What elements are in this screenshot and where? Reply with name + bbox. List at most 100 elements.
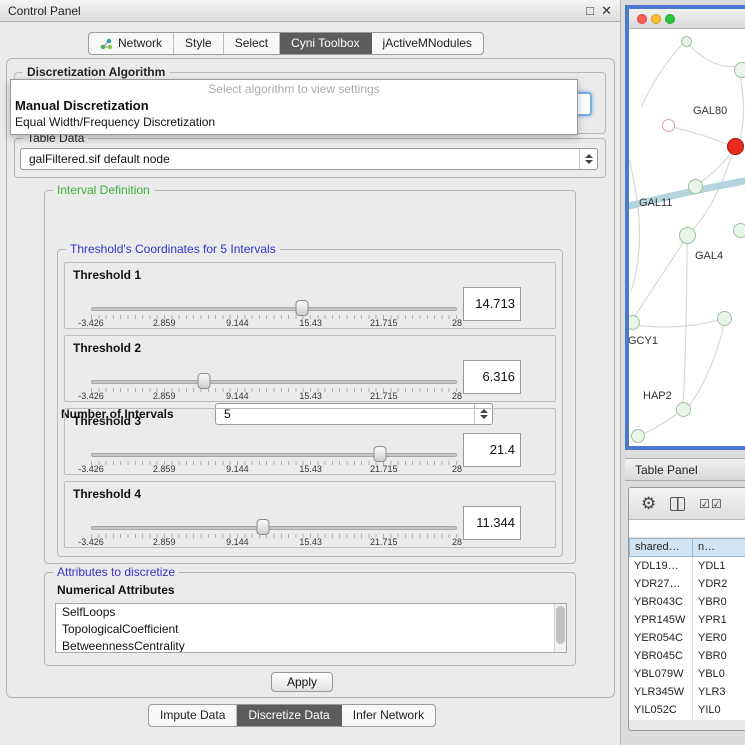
slider-thumb[interactable]: [374, 446, 387, 462]
tab-style[interactable]: Style: [174, 33, 224, 54]
table-row[interactable]: YER054CYER0: [629, 629, 745, 647]
spinner-icon[interactable]: [579, 149, 597, 169]
interval-definition-group: Interval Definition Number of Intervals …: [44, 190, 576, 564]
table-row[interactable]: YBR045CYBR0: [629, 647, 745, 665]
slider-thumb[interactable]: [198, 373, 211, 389]
thresholds-group: Threshold's Coordinates for 5 Intervals …: [57, 249, 563, 557]
threshold-value-field[interactable]: 14.713: [463, 287, 521, 321]
tab-cyni-toolbox[interactable]: Cyni Toolbox: [280, 33, 371, 54]
column-header-shared-name[interactable]: shared…: [629, 538, 693, 557]
threshold-label: Threshold 1: [73, 268, 141, 282]
threshold-value-field[interactable]: 21.4: [463, 433, 521, 467]
table-row[interactable]: YPR145WYPR1: [629, 611, 745, 629]
table-panel-title: Table Panel: [635, 463, 698, 477]
threshold-panel: Threshold 1 14.713 -3.426 2.859 9.144 15…: [64, 262, 556, 329]
list-item[interactable]: TopologicalCoefficient: [56, 621, 566, 638]
checkbox-icon[interactable]: ☑☑: [699, 497, 723, 511]
slider-track[interactable]: [91, 526, 457, 530]
float-window-icon[interactable]: □: [586, 0, 594, 22]
network-tab-icon: [100, 38, 113, 50]
control-panel: Control Panel □ ✕ Network Style Select C…: [0, 0, 621, 745]
network-canvas[interactable]: GAL80 GAL11 GAL4 GCY1 HAP2: [629, 29, 745, 450]
discretization-algorithm-legend: Discretization Algorithm: [23, 65, 169, 79]
table-filter-row: [629, 520, 745, 538]
network-view-window: GAL80 GAL11 GAL4 GCY1 HAP2: [625, 5, 745, 450]
slider-thumb[interactable]: [296, 300, 309, 316]
network-node-selected[interactable]: [727, 138, 744, 155]
network-node[interactable]: [631, 429, 645, 443]
slider-scale: -3.426 2.859 9.144 15.43 21.715 28: [91, 537, 457, 547]
threshold-slider[interactable]: -3.426 2.859 9.144 15.43 21.715 28: [91, 372, 457, 402]
table-row[interactable]: YDR27…YDR2: [629, 575, 745, 593]
network-node[interactable]: [734, 62, 745, 78]
table-row[interactable]: YBR043CYBR0: [629, 593, 745, 611]
tab-jactivemnodules[interactable]: jActiveMNodules: [372, 33, 483, 54]
table-row[interactable]: YBL079WYBL0: [629, 665, 745, 683]
table-panel-header: Table Panel: [625, 458, 745, 481]
traffic-light-zoom-icon[interactable]: [665, 14, 675, 24]
list-item[interactable]: SelfLoops: [56, 604, 566, 621]
table-row[interactable]: YDL19…YDL1: [629, 557, 745, 575]
tab-select[interactable]: Select: [224, 33, 280, 54]
attributes-scrollbar[interactable]: [554, 604, 566, 652]
control-panel-titlebar: Control Panel □ ✕: [0, 0, 620, 22]
attributes-legend: Attributes to discretize: [53, 565, 179, 579]
table-body: YDL19…YDL1 YDR27…YDR2 YBR043CYBR0 YPR145…: [629, 557, 745, 720]
threshold-panel: Threshold 3 21.4 -3.426 2.859 9.144 15.4…: [64, 408, 556, 475]
close-icon[interactable]: ✕: [601, 0, 612, 22]
network-node[interactable]: [662, 119, 675, 132]
threshold-value-field[interactable]: 11.344: [463, 506, 521, 540]
list-item[interactable]: BetweennessCentrality: [56, 638, 566, 653]
network-node[interactable]: [733, 223, 745, 238]
column-header-name[interactable]: n…: [693, 538, 745, 557]
tab-infer-network[interactable]: Infer Network: [342, 705, 435, 726]
threshold-value-field[interactable]: 6.316: [463, 360, 521, 394]
table-header-row: shared… n…: [629, 538, 745, 557]
threshold-slider[interactable]: -3.426 2.859 9.144 15.43 21.715 28: [91, 299, 457, 329]
threshold-label: Threshold 2: [73, 341, 141, 355]
tab-discretize-data[interactable]: Discretize Data: [237, 705, 341, 726]
network-node[interactable]: [679, 227, 696, 244]
threshold-slider[interactable]: -3.426 2.859 9.144 15.43 21.715 28: [91, 445, 457, 475]
tab-network[interactable]: Network: [89, 33, 174, 54]
node-label: GAL80: [693, 105, 727, 117]
slider-track[interactable]: [91, 307, 457, 311]
control-panel-title: Control Panel: [8, 4, 81, 18]
interval-definition-legend: Interval Definition: [53, 183, 154, 197]
traffic-light-close-icon[interactable]: [637, 14, 647, 24]
numerical-attributes-label: Numerical Attributes: [57, 583, 175, 597]
table-panel-window: ⚙ ☑☑ shared… n… YDL19…YDL1 YDR27…YDR2 YB…: [628, 487, 745, 731]
slider-scale: -3.426 2.859 9.144 15.43 21.715 28: [91, 464, 457, 474]
algorithm-option-manual[interactable]: Manual Discretization: [11, 97, 577, 114]
network-window-titlebar: [629, 9, 745, 29]
columns-icon[interactable]: [670, 497, 685, 511]
threshold-panel: Threshold 4 11.344 -3.426 2.859 9.144 15…: [64, 481, 556, 548]
apply-button[interactable]: Apply: [271, 672, 333, 692]
traffic-light-minimize-icon[interactable]: [651, 14, 661, 24]
table-row[interactable]: YLR345WYLR3: [629, 683, 745, 701]
table-data-selected-value: galFiltered.sif default node: [29, 152, 170, 166]
algorithm-placeholder-item[interactable]: Select algorithm to view settings: [11, 80, 577, 97]
threshold-label: Threshold 4: [73, 487, 141, 501]
table-toolbar: ⚙ ☑☑: [629, 488, 745, 520]
slider-track[interactable]: [91, 380, 457, 384]
network-node[interactable]: [717, 311, 732, 326]
bottom-tab-bar: Impute Data Discretize Data Infer Networ…: [148, 704, 436, 727]
network-node[interactable]: [676, 402, 691, 417]
gear-icon[interactable]: ⚙: [641, 495, 656, 512]
node-label: HAP2: [643, 390, 672, 402]
table-row[interactable]: YIL052CYIL0: [629, 701, 745, 719]
slider-thumb[interactable]: [257, 519, 270, 535]
numerical-attributes-list: SelfLoops TopologicalCoefficient Between…: [55, 603, 567, 653]
threshold-label: Threshold 3: [73, 414, 141, 428]
screen: Control Panel □ ✕ Network Style Select C…: [0, 0, 745, 745]
algorithm-option-equal-width[interactable]: Equal Width/Frequency Discretization: [11, 114, 577, 131]
tab-impute-data[interactable]: Impute Data: [149, 705, 237, 726]
slider-track[interactable]: [91, 453, 457, 457]
table-data-select[interactable]: galFiltered.sif default node: [20, 148, 598, 170]
network-node[interactable]: [688, 179, 703, 194]
network-node[interactable]: [681, 36, 692, 47]
threshold-slider[interactable]: -3.426 2.859 9.144 15.43 21.715 28: [91, 518, 457, 548]
thresholds-legend: Threshold's Coordinates for 5 Intervals: [66, 242, 280, 256]
slider-scale: -3.426 2.859 9.144 15.43 21.715 28: [91, 391, 457, 401]
